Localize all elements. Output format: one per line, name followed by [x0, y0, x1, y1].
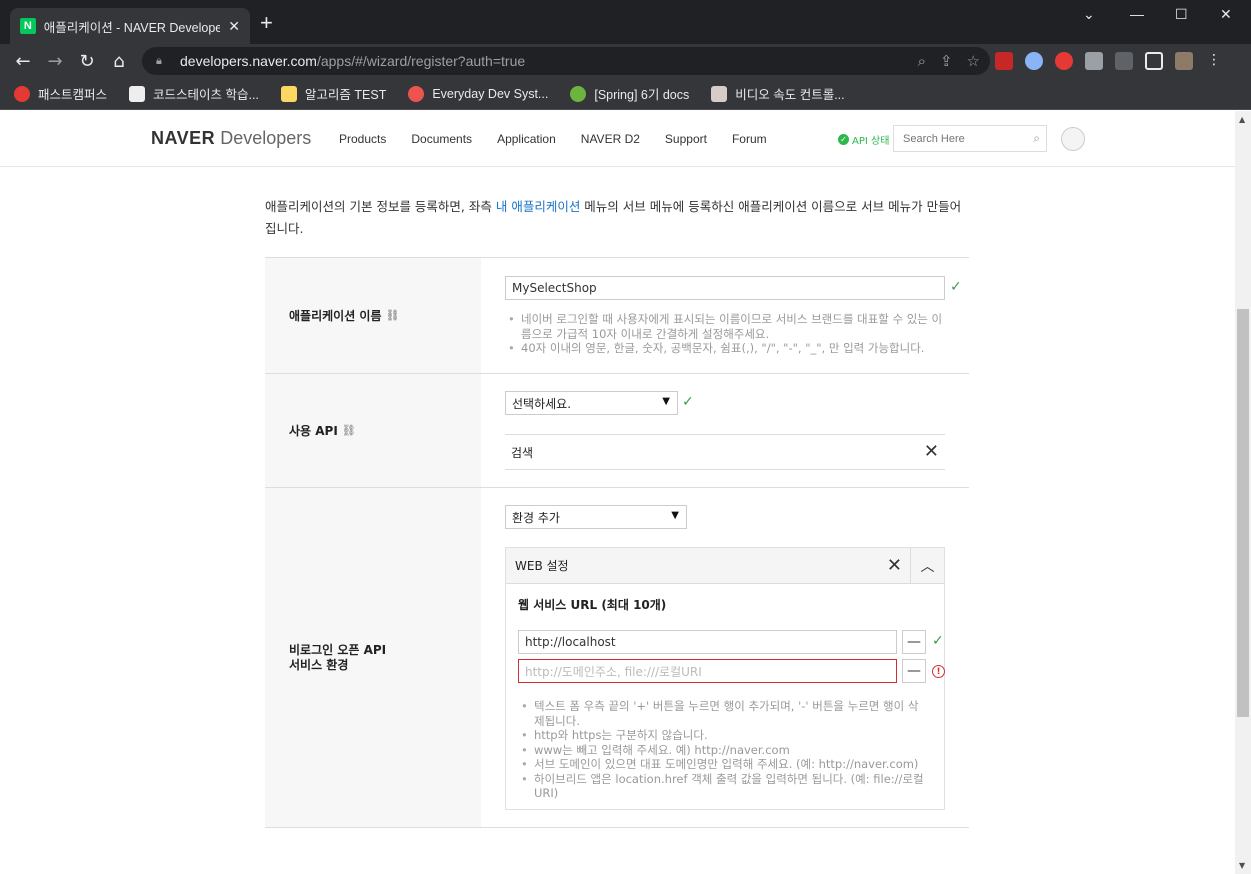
nav-naver-d2[interactable]: NAVER D2 [581, 132, 640, 146]
scroll-down-icon[interactable]: ▼ [1239, 861, 1245, 870]
reading-list-icon[interactable] [1115, 52, 1133, 70]
remove-row-button[interactable]: — [902, 659, 926, 683]
forward-icon[interactable]: → [43, 49, 67, 73]
valid-check-icon: ✓ [932, 633, 944, 649]
api-label: 사용 API ⛓︎ [265, 374, 481, 487]
bookmark-item[interactable]: [Spring] 6기 docs [570, 84, 689, 103]
tab-title: 애플리케이션 - NAVER Develope [43, 20, 221, 35]
row-app-name: 애플리케이션 이름⛓︎ MySelectShop ✓ 네이버 로그인할 때 사용… [265, 258, 969, 374]
selected-api-item: 검색 ✕ [505, 434, 945, 470]
web-url-title: 웹 서비스 URL (최대 10개) [518, 598, 667, 612]
close-window-icon[interactable]: ✕ [1220, 6, 1232, 23]
site-header: NAVER Developers Products Documents Appl… [0, 111, 1235, 167]
browser-toolbar: ← → ↻ ⌂ 🔒︎ developers.naver.com/apps/#/w… [0, 44, 1251, 78]
valid-check-icon: ✓ [682, 394, 694, 410]
maximize-icon[interactable]: ☐ [1175, 6, 1188, 23]
environment-select[interactable]: 환경 추가 ▼ [505, 505, 687, 529]
scroll-thumb[interactable] [1237, 309, 1249, 717]
bookmark-star-icon[interactable]: ☆ [967, 52, 980, 70]
nav-support[interactable]: Support [665, 132, 707, 146]
dropdown-arrow-icon: ▼ [662, 396, 670, 407]
side-panel-icon[interactable] [1145, 52, 1163, 70]
window-menu-icon[interactable]: ⌄ [1083, 6, 1095, 23]
web-settings-header: WEB 설정 ✕ ︿ [506, 548, 944, 584]
extensions-area: ⋮ [995, 52, 1223, 70]
naver-developers-logo[interactable]: NAVER Developers [151, 128, 311, 149]
remove-api-icon[interactable]: ✕ [924, 441, 939, 462]
app-name-input[interactable]: MySelectShop [505, 276, 945, 300]
remove-row-button[interactable]: — [902, 630, 926, 654]
environment-label: 비로그인 오픈 API 서비스 환경 [265, 488, 481, 827]
valid-check-icon: ✓ [950, 279, 962, 295]
video-speed-extension-icon[interactable] [1055, 52, 1073, 70]
api-status-link[interactable]: ✓ API 상태 [838, 132, 889, 147]
puzzle-extensions-icon[interactable] [1085, 52, 1103, 70]
chevron-up-icon[interactable]: ︿ [910, 548, 944, 583]
intro-text: 애플리케이션의 기본 정보를 등록하면, 좌측 내 애플리케이션 메뉴의 서브 … [265, 199, 962, 236]
bookmark-item[interactable]: 패스트캠퍼스 [14, 84, 107, 103]
link-icon: ⛓︎ [341, 424, 356, 437]
pdf-extension-icon[interactable] [995, 52, 1013, 70]
browser-menu-icon[interactable]: ⋮ [1205, 52, 1223, 70]
check-circle-icon: ✓ [838, 134, 849, 145]
user-avatar[interactable] [1061, 127, 1085, 151]
spring-leaf-icon [570, 85, 587, 102]
link-icon: ⛓︎ [385, 309, 400, 322]
global-nav: Products Documents Application NAVER D2 … [339, 132, 767, 146]
minimize-icon[interactable]: — [1130, 6, 1144, 22]
folder-icon [280, 85, 297, 102]
app-name-label: 애플리케이션 이름 ⛓︎ [265, 258, 481, 373]
nav-forum[interactable]: Forum [732, 132, 767, 146]
bookmark-item[interactable]: Everyday Dev Syst... [408, 85, 548, 102]
scroll-up-icon[interactable]: ▲ [1239, 115, 1245, 124]
dev-system-icon [408, 85, 425, 102]
error-icon: ! [932, 665, 945, 678]
codestates-icon [129, 85, 146, 102]
back-icon[interactable]: ← [11, 49, 35, 73]
extension-circle-icon[interactable] [1025, 52, 1043, 70]
bookmark-item[interactable]: 알고리즘 TEST [280, 84, 386, 103]
browser-tab-active[interactable]: N 애플리케이션 - NAVER Develope ✕ [10, 8, 250, 44]
address-bar[interactable]: 🔒︎ developers.naver.com/apps/#/wizard/re… [142, 47, 990, 75]
register-form: 애플리케이션 이름⛓︎ MySelectShop ✓ 네이버 로그인할 때 사용… [265, 257, 969, 828]
nav-products[interactable]: Products [339, 132, 386, 146]
zoom-icon[interactable]: ⌕ [918, 52, 926, 70]
web-url-help: 텍스트 폼 우측 끝의 '+' 버튼을 누르면 행이 추가되며, '-' 버튼을… [518, 699, 924, 801]
web-settings-panel: WEB 설정 ✕ ︿ 웹 서비스 URL (최대 10개) http://loc… [505, 547, 945, 810]
nav-documents[interactable]: Documents [411, 132, 472, 146]
my-application-link[interactable]: 내 애플리케이션 [496, 199, 580, 214]
share-icon[interactable]: ⇪ [940, 52, 953, 70]
profile-avatar[interactable] [1175, 52, 1193, 70]
url-text: developers.naver.com/apps/#/wizard/regis… [180, 53, 526, 69]
bookmarks-bar: 패스트캠퍼스 코드스테이츠 학습... 알고리즘 TEST Everyday D… [0, 78, 1251, 110]
home-icon[interactable]: ⌂ [107, 49, 131, 73]
page-viewport: NAVER Developers Products Documents Appl… [0, 111, 1235, 874]
close-panel-icon[interactable]: ✕ [887, 555, 902, 576]
new-tab-icon[interactable]: + [260, 12, 273, 34]
nav-application[interactable]: Application [497, 132, 556, 146]
site-search: ⌕ [893, 125, 1047, 152]
reload-icon[interactable]: ↻ [75, 49, 99, 73]
row-environment: 비로그인 오픈 API 서비스 환경 환경 추가 ▼ WEB 설정 ✕ ︿ 웹 서비… [265, 488, 969, 828]
bookmark-item[interactable]: 코드스테이츠 학습... [129, 84, 259, 103]
lock-icon: 🔒︎ [156, 54, 162, 67]
search-icon[interactable]: ⌕ [1033, 131, 1040, 146]
video-speed-icon [711, 85, 728, 102]
fastcampus-icon [14, 85, 30, 102]
bookmark-item[interactable]: 비디오 속도 컨트롤... [711, 84, 845, 103]
tab-close-icon[interactable]: ✕ [228, 18, 240, 35]
search-input[interactable] [903, 132, 1023, 145]
browser-tab-strip: N 애플리케이션 - NAVER Develope ✕ + ⌄ — ☐ ✕ [0, 0, 1251, 44]
web-url-input[interactable]: http://localhost [518, 630, 897, 654]
page-scrollbar[interactable]: ▲ ▼ [1235, 111, 1251, 874]
app-name-help: 네이버 로그인할 때 사용자에게 표시되는 이름이므로 서비스 브랜드를 대표할… [505, 312, 945, 356]
naver-favicon-icon: N [20, 18, 36, 34]
row-api: 사용 API ⛓︎ 선택하세요. ▼ ✓ 검색 ✕ [265, 374, 969, 488]
dropdown-arrow-icon: ▼ [671, 510, 679, 521]
web-url-input-empty[interactable]: http://도메인주소, file:///로컬URI [518, 659, 897, 683]
api-select[interactable]: 선택하세요. ▼ [505, 391, 678, 415]
